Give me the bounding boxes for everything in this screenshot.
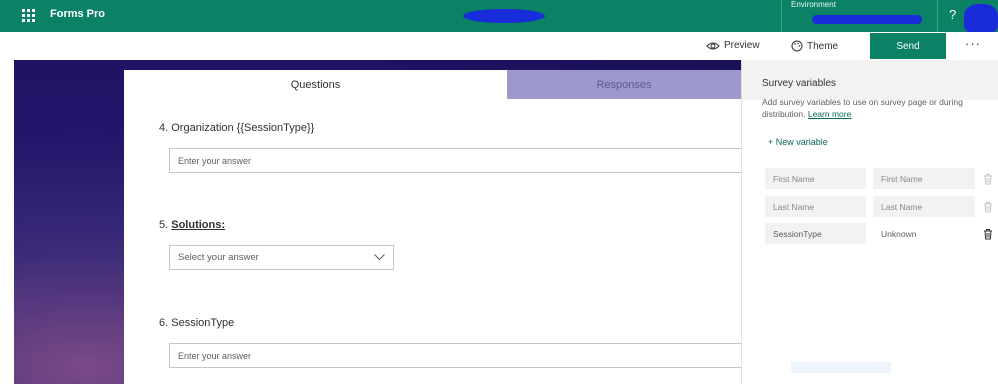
text-answer-field[interactable]: Enter your answer: [169, 343, 741, 368]
variable-name-field[interactable]: SessionType: [765, 223, 866, 244]
theme-button[interactable]: Theme: [791, 40, 838, 52]
text-answer-field[interactable]: Enter your answer: [169, 148, 741, 173]
delete-icon[interactable]: [983, 201, 993, 213]
delete-icon[interactable]: [983, 173, 993, 185]
question-text: SessionType: [171, 317, 235, 329]
question-title: 6. SessionType: [159, 317, 234, 329]
chevron-down-icon: [374, 254, 385, 261]
question-title: 4. Organization {{SessionType}}: [159, 122, 314, 134]
variable-value-field[interactable]: First Name: [873, 168, 975, 189]
command-bar: [0, 32, 998, 60]
variable-name-field[interactable]: Last Name: [765, 196, 866, 217]
app-launcher-icon[interactable]: [22, 9, 36, 23]
question-number: 6.: [159, 317, 169, 329]
panel-description: Add survey variables to use on survey pa…: [762, 96, 982, 120]
question-number: 5.: [159, 219, 169, 231]
redaction-mark: [812, 15, 922, 24]
environment-label: Environment: [791, 0, 836, 9]
variable-name-field[interactable]: First Name: [765, 168, 866, 189]
question-number: 4.: [159, 122, 169, 134]
variable-value-field[interactable]: Last Name: [873, 196, 975, 217]
new-variable-button[interactable]: + New variable: [768, 137, 828, 147]
tab-questions[interactable]: Questions: [124, 70, 507, 99]
survey-variables-panel: Survey variables Add survey variables to…: [741, 60, 998, 384]
delete-icon[interactable]: [983, 228, 993, 240]
choice-dropdown[interactable]: Select your answer: [169, 245, 394, 270]
question-title: 5. Solutions:: [159, 219, 225, 231]
variable-row: Last Name Last Name: [742, 193, 998, 220]
help-button[interactable]: ?: [949, 7, 956, 22]
top-bar: Forms Pro Environment ?: [0, 0, 998, 34]
question-text: Solutions:: [171, 219, 226, 231]
variable-value-field[interactable]: Unknown: [873, 223, 975, 244]
variable-row: First Name First Name: [742, 165, 998, 192]
redaction-mark: [463, 9, 545, 23]
description-text: Add survey variables to use on survey pa…: [762, 97, 963, 119]
dropdown-placeholder: Select your answer: [178, 252, 259, 263]
variable-row: SessionType Unknown: [742, 220, 998, 247]
preview-label: Preview: [724, 40, 760, 51]
background-ghost-element: [791, 362, 891, 373]
environment-picker[interactable]: Environment: [781, 0, 938, 32]
preview-button[interactable]: Preview: [706, 40, 760, 51]
redaction-mark: [964, 4, 998, 34]
question-text: Organization {{SessionType}}: [171, 122, 315, 134]
panel-title: Survey variables: [762, 78, 836, 89]
tab-responses[interactable]: Responses: [507, 70, 741, 99]
eye-icon: [706, 42, 720, 49]
learn-more-link[interactable]: Learn more: [808, 109, 851, 119]
more-options-button[interactable]: ···: [965, 36, 981, 51]
app-title: Forms Pro: [50, 8, 106, 20]
send-button[interactable]: Send: [870, 33, 946, 59]
palette-icon: [791, 40, 803, 52]
theme-label: Theme: [807, 40, 839, 52]
